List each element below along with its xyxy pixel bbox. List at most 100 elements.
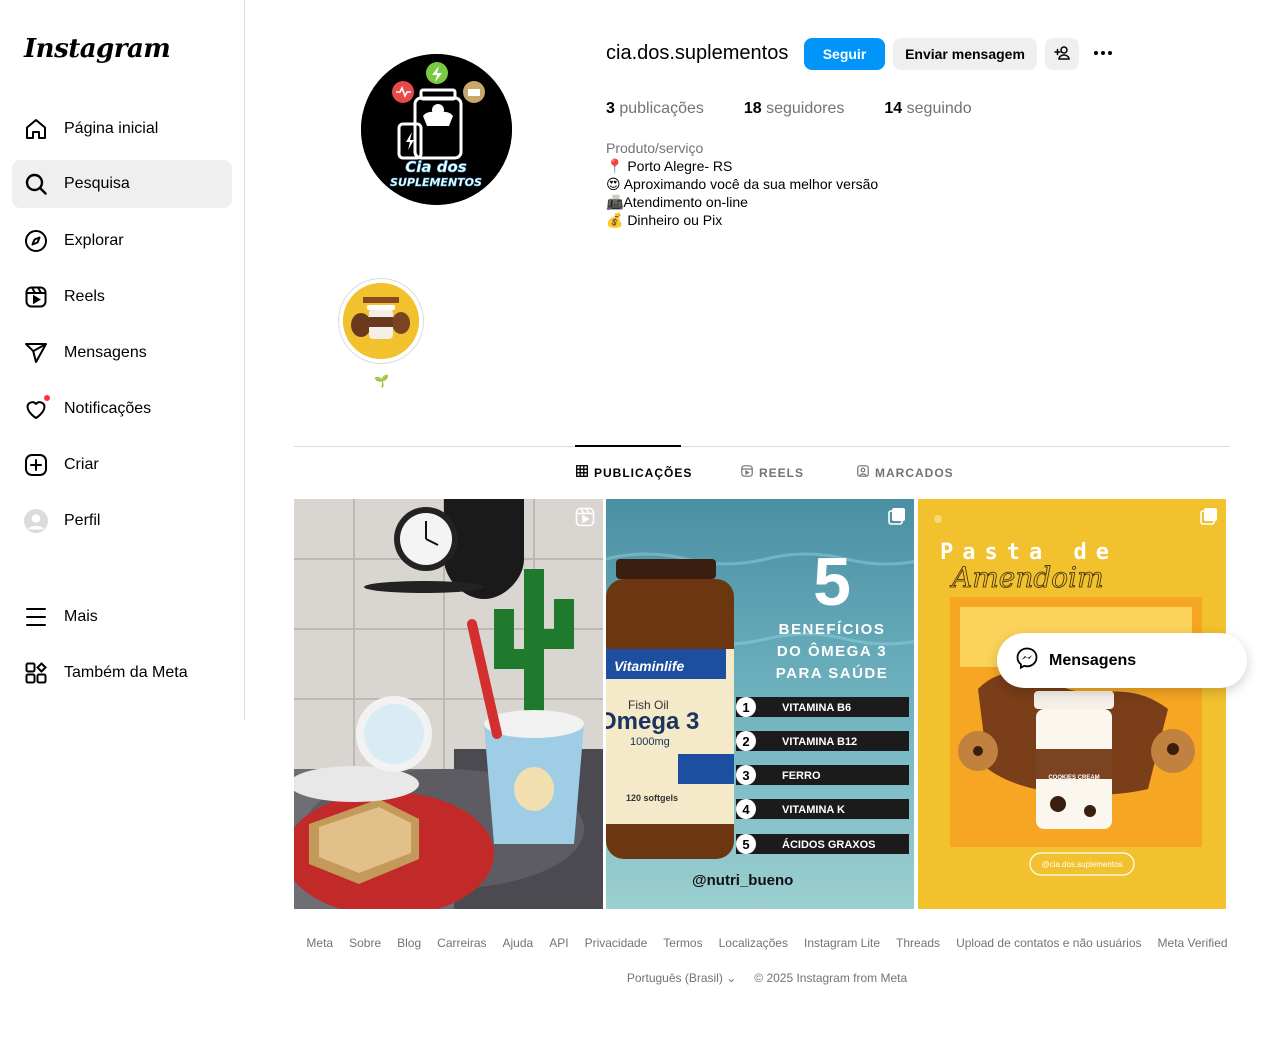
instagram-logo[interactable]: Instagram: [24, 34, 171, 64]
sidebar-item-label: Perfil: [64, 512, 101, 529]
benefit-num: 5: [742, 837, 749, 852]
sidebar-item-home[interactable]: Página inicial: [12, 105, 232, 153]
suggest-users-button[interactable]: [1045, 38, 1079, 70]
footer-link[interactable]: Sobre: [349, 936, 381, 950]
sidebar-item-meta[interactable]: Também da Meta: [12, 649, 232, 697]
search-icon: [24, 172, 48, 196]
sidebar-item-label: Também da Meta: [64, 664, 188, 681]
tab-tagged[interactable]: MARCADOS: [857, 465, 954, 480]
post-thumbnail[interactable]: [294, 499, 603, 909]
post-2-product-line2: Omega 3: [606, 708, 699, 735]
followers-link[interactable]: 18 seguidores: [744, 100, 845, 118]
sidebar-item-label: Página inicial: [64, 120, 159, 137]
tabs-divider: [294, 446, 1230, 447]
post-3-title-2: Amendoim: [949, 561, 1104, 594]
language-select[interactable]: Português (Brasil) ⌄: [627, 971, 736, 985]
post-2-image: Vitaminlife Fish Oil Omega 3 1000mg 120 …: [606, 499, 914, 909]
benefit-item: 5 ÁCIDOS GRAXOS: [736, 834, 909, 854]
footer-link[interactable]: Threads: [896, 936, 940, 950]
sidebar-item-label: Explorar: [64, 232, 124, 249]
sidebar-item-notifications[interactable]: Notificações: [12, 385, 232, 433]
footer-link[interactable]: Termos: [663, 936, 702, 950]
footer-link[interactable]: Instagram Lite: [804, 936, 880, 950]
highlight-label: 🌱: [374, 374, 389, 388]
footer-bottom: Português (Brasil) ⌄ © 2025 Instagram fr…: [302, 971, 1232, 985]
post-2-big-number: 5: [813, 544, 851, 620]
footer-link[interactable]: API: [549, 936, 568, 950]
send-icon: [24, 341, 48, 365]
post-thumbnail[interactable]: Vitaminlife Fish Oil Omega 3 1000mg 120 …: [606, 499, 914, 909]
footer-link[interactable]: Meta Verified: [1158, 936, 1228, 950]
footer-link[interactable]: Meta: [306, 936, 333, 950]
footer-links: Meta Sobre Blog Carreiras Ajuda API Priv…: [302, 936, 1232, 950]
footer-link[interactable]: Privacidade: [585, 936, 648, 950]
bio-line: 📍 Porto Alegre- RS: [606, 158, 733, 174]
post-2-headline-2: DO ÔMEGA 3: [777, 642, 887, 660]
footer-link[interactable]: Blog: [397, 936, 421, 950]
tagged-icon: [857, 465, 869, 480]
more-dots-icon: [1091, 41, 1115, 68]
post-3-jar-label: COOKIES CREAM: [1048, 775, 1099, 781]
profile-bio: 📍 Porto Alegre- RS 😍 Aproximando você da…: [606, 157, 878, 229]
following-link[interactable]: 14 seguindo: [884, 100, 971, 118]
active-tab-indicator: [575, 445, 681, 447]
tab-posts-label: PUBLICAÇÕES: [594, 465, 693, 480]
sidebar-item-label: Criar: [64, 456, 99, 473]
post-3-image: Pasta de Amendoim COOKIES CREAM @cia.dos…: [918, 499, 1226, 909]
post-2-headline-3: PARA SAÚDE: [776, 664, 889, 682]
chevron-down-icon: ⌄: [726, 971, 737, 985]
home-icon: [24, 117, 48, 141]
post-thumbnail[interactable]: Pasta de Amendoim COOKIES CREAM @cia.dos…: [918, 499, 1226, 909]
footer-link[interactable]: Carreiras: [437, 936, 486, 950]
messages-floating-button[interactable]: Mensagens: [997, 633, 1247, 688]
benefit-text: FERRO: [782, 770, 821, 782]
highlight-cover: [343, 283, 419, 359]
sidebar-item-messages[interactable]: Mensagens: [12, 329, 232, 377]
sidebar-item-search[interactable]: Pesquisa: [12, 160, 232, 208]
sidebar-item-label: Mais: [64, 608, 98, 625]
profile-avatar-icon: [24, 509, 48, 533]
sidebar-item-profile[interactable]: Perfil: [12, 497, 232, 545]
more-options-button[interactable]: [1088, 38, 1118, 70]
avatar-logo-text-1: Cia dos: [405, 158, 467, 176]
menu-icon: [24, 605, 48, 629]
sidebar-item-explore[interactable]: Explorar: [12, 217, 232, 265]
tab-reels[interactable]: REELS: [741, 465, 804, 480]
tab-posts[interactable]: PUBLICAÇÕES: [576, 465, 692, 480]
benefit-num: 1: [742, 700, 749, 715]
meta-apps-icon: [24, 661, 48, 685]
benefit-num: 3: [742, 768, 749, 783]
footer-link[interactable]: Localizações: [719, 936, 788, 950]
benefit-text: VITAMINA B12: [782, 736, 857, 748]
benefit-text: VITAMINA K: [782, 804, 845, 816]
benefit-text: ÁCIDOS GRAXOS: [782, 838, 876, 851]
follow-button[interactable]: Seguir: [804, 38, 885, 70]
post-1-image: [294, 499, 603, 909]
sidebar-item-more[interactable]: Mais: [12, 593, 232, 641]
footer-link[interactable]: Upload de contatos e não usuários: [956, 936, 1141, 950]
sidebar-item-label: Pesquisa: [64, 175, 130, 192]
bio-line: 📠Atendimento on-line: [606, 194, 748, 210]
compass-icon: [24, 229, 48, 253]
sidebar-item-reels[interactable]: Reels: [12, 273, 232, 321]
avatar-logo-text-2: SUPLEMENTOS: [390, 176, 482, 189]
add-user-icon: [1054, 45, 1070, 64]
profile-avatar[interactable]: Cia dos SUPLEMENTOS: [361, 54, 512, 205]
reel-badge-icon: [575, 507, 595, 532]
posts-count: 3 publicações: [606, 100, 704, 117]
story-highlight[interactable]: [338, 278, 424, 364]
send-message-button[interactable]: Enviar mensagem: [893, 38, 1037, 70]
benefit-item: 2 VITAMINA B12: [736, 731, 909, 751]
benefit-item: 1 VITAMINA B6: [736, 697, 909, 717]
grid-icon: [576, 465, 588, 480]
footer-link[interactable]: Ajuda: [503, 936, 534, 950]
heart-icon: [24, 394, 51, 421]
profile-category: Produto/serviço: [606, 140, 704, 156]
profile-username: cia.dos.suplementos: [606, 42, 789, 64]
messages-floating-label: Mensagens: [1049, 651, 1137, 669]
sidebar-item-create[interactable]: Criar: [12, 441, 232, 489]
benefit-item: 4 VITAMINA K: [736, 799, 909, 819]
tab-tagged-label: MARCADOS: [875, 465, 954, 480]
benefit-item: 3 FERRO: [736, 765, 909, 785]
reels-icon: [741, 465, 753, 480]
